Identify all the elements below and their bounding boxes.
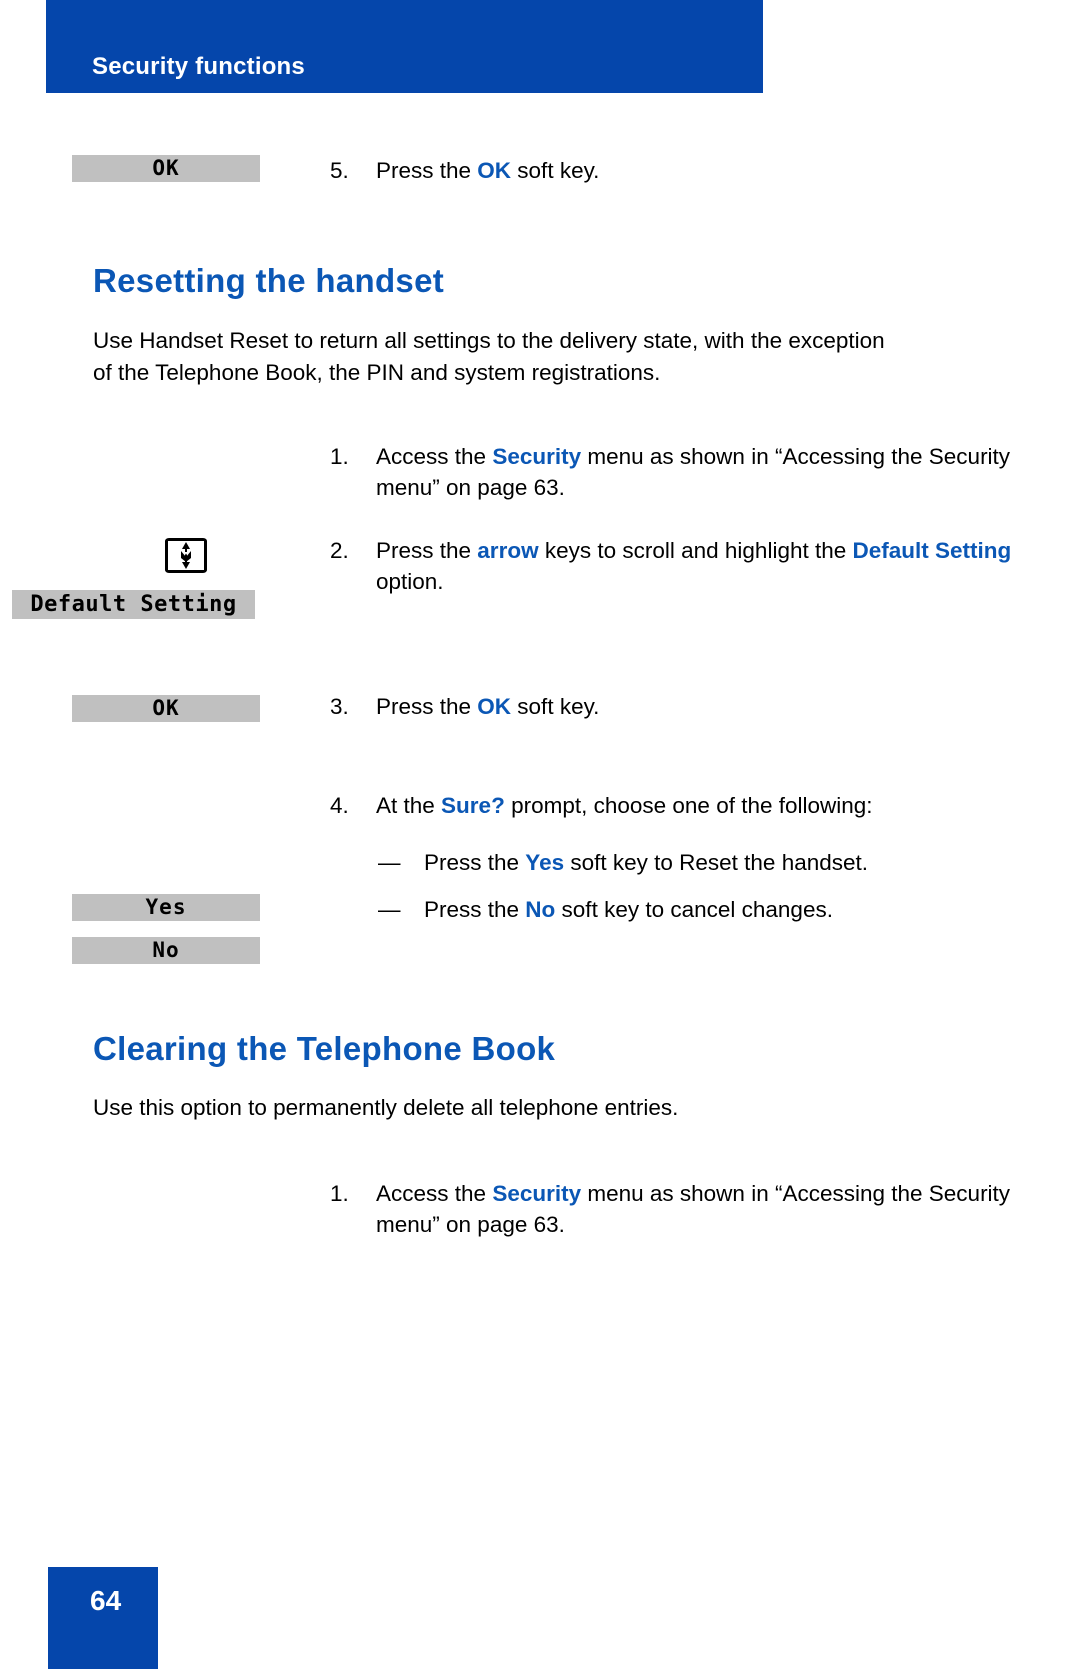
- step-item: 1. Access the Security menu as shown in …: [330, 1178, 1080, 1240]
- step-text-column: 1. Access the Security menu as shown in …: [330, 441, 1080, 503]
- sub-step-text: Press the Yes soft key to Reset the hand…: [424, 847, 1080, 878]
- sub-step-yes: — Press the Yes soft key to Reset the ha…: [330, 847, 1080, 878]
- sub-step-no: — Press the No soft key to cancel change…: [330, 894, 1080, 925]
- step-keyword-default-setting: Default Setting: [852, 538, 1012, 563]
- sub-step-text-after: soft key to cancel changes.: [555, 897, 833, 922]
- step-text: Press the OK soft key.: [376, 691, 1080, 722]
- step-row-2: Default Setting 2. Press the arrow keys …: [0, 535, 1080, 619]
- step-keyword-sure: Sure?: [441, 793, 505, 818]
- step-number: 1.: [330, 444, 349, 469]
- step-text-after: prompt, choose one of the following:: [504, 793, 873, 818]
- step-number: 1.: [330, 1181, 349, 1206]
- page-number: 64: [90, 1585, 122, 1616]
- lcd-menu-item-default-setting: Default Setting: [12, 590, 255, 619]
- step-text-column: 3. Press the OK soft key.: [330, 691, 1080, 722]
- softkey-no-graphic: No: [72, 937, 260, 964]
- step-row-3: OK 3. Press the OK soft key.: [0, 691, 1080, 722]
- step-keyword: OK: [477, 158, 512, 183]
- step-item: 1. Access the Security menu as shown in …: [330, 441, 1080, 503]
- step-text-before: At the: [376, 793, 442, 818]
- dash-marker: —: [378, 897, 401, 922]
- softkey-ok-graphic: OK: [72, 155, 260, 182]
- sub-step-keyword-yes: Yes: [525, 850, 565, 875]
- step-text-column: 5. Press the OK soft key.: [330, 155, 1080, 186]
- sub-step-text-after: soft key to Reset the handset.: [564, 850, 869, 875]
- step-text-mid: keys to scroll and highlight the: [538, 538, 853, 563]
- gutter-artwork-column: OK: [0, 155, 330, 182]
- softkey-yes-graphic: Yes: [72, 894, 260, 921]
- step-text-before: Press the: [376, 158, 478, 183]
- step-text: Access the Security menu as shown in “Ac…: [376, 441, 1080, 503]
- step-item: 5. Press the OK soft key.: [330, 155, 1080, 186]
- section-heading: Clearing the Telephone Book: [93, 1030, 556, 1067]
- section-clearing-telephone-book: Clearing the Telephone Book Use this opt…: [0, 1030, 1080, 1124]
- gutter-artwork-column: Yes No: [0, 790, 330, 964]
- sub-step-keyword-no: No: [525, 897, 556, 922]
- nav-arrow-key-button-graphic: [165, 538, 207, 573]
- step-text-column: 2. Press the arrow keys to scroll and hi…: [330, 535, 1080, 597]
- section-resetting-handset: Resetting the handset Use Handset Reset …: [0, 262, 1080, 389]
- step-keyword: Security: [492, 1181, 582, 1206]
- softkey-ok-graphic: OK: [72, 695, 260, 722]
- step-keyword-arrow: arrow: [477, 538, 539, 563]
- step-item: 2. Press the arrow keys to scroll and hi…: [330, 535, 1080, 597]
- step-row-4: Yes No 4. At the Sure? prompt, choose on…: [0, 790, 1080, 964]
- step-text: Press the OK soft key.: [376, 155, 1080, 186]
- section-heading: Resetting the handset: [93, 262, 445, 299]
- step-number: 2.: [330, 538, 349, 563]
- step-text-before: Press the: [376, 538, 478, 563]
- step-keyword: Security: [492, 444, 582, 469]
- step-text-column: 4. At the Sure? prompt, choose one of th…: [330, 790, 1080, 925]
- step-number: 5.: [330, 158, 349, 183]
- page-title: Security functions: [92, 53, 305, 80]
- sub-step-text-before: Press the: [424, 897, 526, 922]
- step-item: 4. At the Sure? prompt, choose one of th…: [330, 790, 1080, 821]
- footer-page-number-box: 64: [48, 1567, 158, 1669]
- step-row-1: 1. Access the Security menu as shown in …: [0, 441, 1080, 503]
- step-text-column: 1. Access the Security menu as shown in …: [330, 1178, 1080, 1240]
- step-text-after: option.: [376, 569, 444, 594]
- step-number: 4.: [330, 793, 349, 818]
- step-number: 3.: [330, 694, 349, 719]
- step-text-after: soft key.: [511, 158, 600, 183]
- step-text: Press the arrow keys to scroll and highl…: [376, 535, 1080, 597]
- step-keyword: OK: [477, 694, 512, 719]
- sub-step-text: Press the No soft key to cancel changes.: [424, 894, 1080, 925]
- sub-step-text-before: Press the: [424, 850, 526, 875]
- section-intro-paragraph: Use this option to permanently delete al…: [93, 1095, 679, 1120]
- step-text: Access the Security menu as shown in “Ac…: [376, 1178, 1080, 1240]
- step-text: At the Sure? prompt, choose one of the f…: [376, 790, 1080, 821]
- step-text-before: Access the: [376, 1181, 493, 1206]
- page-content: OK 5. Press the OK soft key. Resetting t…: [0, 93, 1080, 1240]
- step-item: 3. Press the OK soft key.: [330, 691, 1080, 722]
- up-down-arrow-icon: [181, 542, 191, 569]
- gutter-artwork-column: Default Setting: [0, 535, 330, 619]
- dash-marker: —: [378, 850, 401, 875]
- section-intro-paragraph: Use Handset Reset to return all settings…: [93, 328, 885, 385]
- page-header-banner: Security functions: [46, 0, 763, 93]
- step-text-before: Press the: [376, 694, 478, 719]
- step-row-continuation: OK 5. Press the OK soft key.: [0, 155, 1080, 186]
- step-row-1-clearing: 1. Access the Security menu as shown in …: [0, 1178, 1080, 1240]
- step-text-after: soft key.: [511, 694, 600, 719]
- nav-arrow-key-icon: [165, 538, 330, 573]
- gutter-artwork-column: OK: [0, 691, 330, 722]
- step-text-before: Access the: [376, 444, 493, 469]
